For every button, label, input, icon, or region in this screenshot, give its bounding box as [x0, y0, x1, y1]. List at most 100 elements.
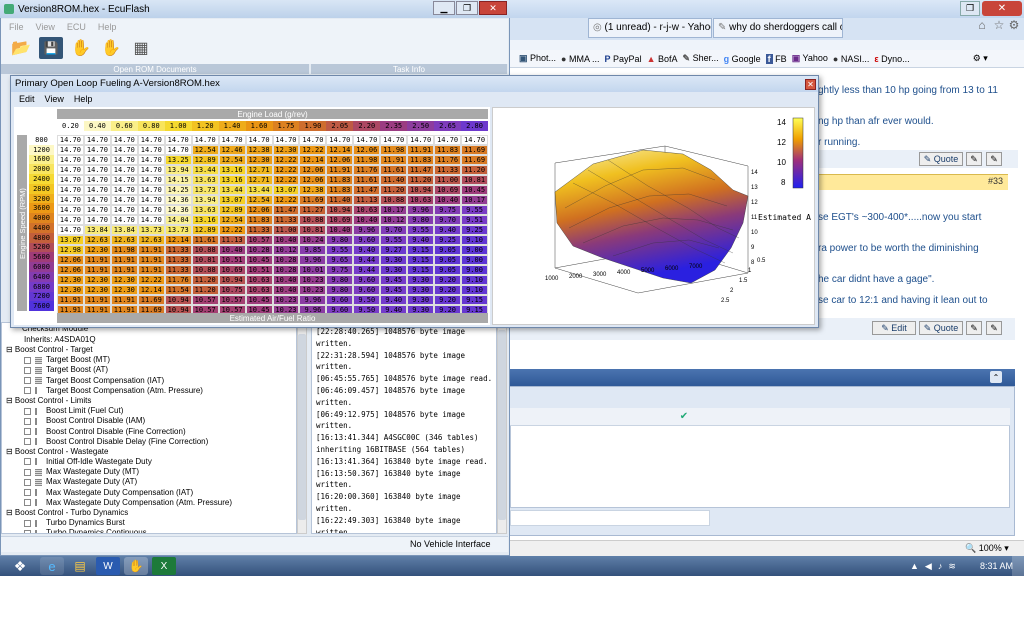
gear-icon[interactable]: ⚙ — [1007, 18, 1021, 32]
table-cell[interactable]: 10.94 — [407, 185, 435, 195]
table-cell[interactable]: 12.71 — [245, 175, 273, 185]
tree-item[interactable]: Max Wastegate Duty (MT) — [2, 467, 296, 477]
table-cell[interactable]: 11.91 — [380, 155, 408, 165]
table-cell[interactable]: 9.70 — [434, 215, 462, 225]
table-cell[interactable]: 9.10 — [461, 235, 488, 245]
table-cell[interactable]: 12.38 — [299, 185, 327, 195]
table-cell[interactable]: 11.98 — [380, 145, 408, 155]
table-cell[interactable]: 12.06 — [245, 205, 273, 215]
tree-item[interactable]: Target Boost (AT) — [2, 365, 296, 375]
table-cell[interactable]: 11.20 — [191, 275, 219, 285]
table-cell[interactable]: 10.51 — [218, 255, 246, 265]
table-cell[interactable]: 10.57 — [245, 235, 273, 245]
excel-icon[interactable]: X — [152, 557, 176, 575]
home-icon[interactable]: ⌂ — [975, 18, 989, 32]
table-cell[interactable]: 11.83 — [434, 145, 462, 155]
table-cell[interactable]: 9.55 — [461, 205, 488, 215]
table-cell[interactable]: 14.70 — [83, 215, 111, 225]
table-cell[interactable]: 11.91 — [407, 145, 435, 155]
table-cell[interactable]: 14.70 — [57, 145, 84, 155]
table-cell[interactable]: 11.61 — [380, 165, 408, 175]
table-cell[interactable]: 13.73 — [191, 185, 219, 195]
table-cell[interactable]: 11.40 — [380, 175, 408, 185]
tree-item[interactable]: Boost Limit (Fuel Cut) — [2, 406, 296, 416]
tree-checkbox[interactable] — [24, 478, 31, 486]
table-cell[interactable]: 11.33 — [164, 245, 192, 255]
table-cell[interactable]: 12.14 — [164, 235, 192, 245]
fuel-menu-edit[interactable]: Edit — [19, 94, 35, 104]
table-cell[interactable]: 11.00 — [434, 175, 462, 185]
table-cell[interactable]: 9.80 — [407, 215, 435, 225]
spellcheck-icon[interactable]: ✔ — [676, 409, 692, 424]
table-cell[interactable]: 10.40 — [434, 195, 462, 205]
ecu-menu-view[interactable]: View — [36, 22, 55, 32]
bookmark-8[interactable]: ▣ Yahoo — [792, 53, 828, 64]
table-cell[interactable]: 10.17 — [380, 205, 408, 215]
tree-item[interactable]: Boost Control Disable (IAM) — [2, 416, 296, 426]
table-cell[interactable]: 14.70 — [218, 135, 246, 145]
table-cell[interactable]: 12.22 — [299, 145, 327, 155]
table-cell[interactable]: 14.70 — [57, 215, 84, 225]
table-cell[interactable]: 14.70 — [137, 185, 165, 195]
bookmark-6[interactable]: g Google — [724, 54, 761, 64]
table-cell[interactable]: 12.54 — [245, 195, 273, 205]
table-cell[interactable]: 14.36 — [164, 205, 192, 215]
browser-tab-2[interactable]: ✎ why do sherdoggers call other ... — [713, 18, 843, 38]
table-cell[interactable]: 10.23 — [299, 275, 327, 285]
table-cell[interactable]: 10.81 — [299, 225, 327, 235]
table-cell[interactable]: 9.40 — [380, 295, 408, 305]
table-cell[interactable]: 10.88 — [299, 215, 327, 225]
chip-icon[interactable]: ▦ — [129, 37, 153, 59]
table-cell[interactable]: 12.06 — [299, 175, 327, 185]
browser-tab-1[interactable]: ◎ (1 unread) - r-j-w - Yahoo! Mail — [588, 18, 712, 38]
ecu-menu-help[interactable]: Help — [98, 22, 117, 32]
table-cell[interactable]: 9.60 — [353, 275, 381, 285]
table-cell[interactable]: 11.61 — [191, 235, 219, 245]
browser-restore-button[interactable]: ❐ — [960, 1, 980, 16]
table-cell[interactable]: 11.47 — [353, 185, 381, 195]
table-cell[interactable]: 14.70 — [137, 145, 165, 155]
table-cell[interactable]: 14.70 — [83, 195, 111, 205]
table-cell[interactable]: 14.70 — [137, 215, 165, 225]
table-cell[interactable]: 14.70 — [110, 155, 138, 165]
word-icon[interactable]: W — [96, 557, 120, 575]
table-cell[interactable]: 10.63 — [353, 205, 381, 215]
table-cell[interactable]: 12.22 — [218, 225, 246, 235]
star-icon[interactable]: ☆ — [992, 18, 1006, 32]
table-cell[interactable]: 11.91 — [83, 295, 111, 305]
tree-checkbox[interactable] — [24, 489, 31, 497]
quote-button-2[interactable]: ✎ Quote — [919, 321, 963, 335]
table-cell[interactable]: 9.96 — [407, 205, 435, 215]
table-cell[interactable]: 12.22 — [272, 175, 300, 185]
table-cell[interactable]: 9.00 — [461, 255, 488, 265]
table-cell[interactable]: 10.40 — [218, 245, 246, 255]
table-cell[interactable]: 10.57 — [218, 295, 246, 305]
table-cell[interactable]: 10.81 — [191, 255, 219, 265]
table-cell[interactable]: 12.22 — [137, 275, 165, 285]
table-cell[interactable]: 12.63 — [137, 235, 165, 245]
table-cell[interactable]: 9.80 — [326, 285, 354, 295]
table-cell[interactable]: 11.76 — [353, 165, 381, 175]
table-cell[interactable]: 9.60 — [353, 285, 381, 295]
table-cell[interactable]: 11.91 — [326, 165, 354, 175]
table-cell[interactable]: 13.44 — [218, 185, 246, 195]
table-cell[interactable]: 11.83 — [326, 185, 354, 195]
quick-reply-button-1[interactable]: ✎ — [986, 152, 1002, 166]
table-cell[interactable]: 13.44 — [191, 165, 219, 175]
collapse-icon[interactable]: ⌃ — [990, 371, 1002, 383]
fuel-menu-view[interactable]: View — [45, 94, 64, 104]
table-cell[interactable]: 10.51 — [245, 265, 273, 275]
table-cell[interactable]: 9.00 — [461, 265, 488, 275]
table-cell[interactable]: 10.57 — [191, 295, 219, 305]
table-cell[interactable]: 9.55 — [407, 225, 435, 235]
table-cell[interactable]: 11.76 — [164, 275, 192, 285]
table-cell[interactable]: 9.40 — [353, 245, 381, 255]
tree-item[interactable]: Initial Off-Idle Wastegate Duty — [2, 457, 296, 467]
table-cell[interactable]: 13.84 — [110, 225, 138, 235]
table-cell[interactable]: 9.30 — [380, 255, 408, 265]
table-cell[interactable]: 14.70 — [137, 165, 165, 175]
table-cell[interactable]: 11.83 — [245, 215, 273, 225]
table-cell[interactable]: 9.44 — [353, 255, 381, 265]
table-cell[interactable]: 14.70 — [326, 135, 354, 145]
ecuflash-icon[interactable]: ✋ — [124, 557, 148, 575]
